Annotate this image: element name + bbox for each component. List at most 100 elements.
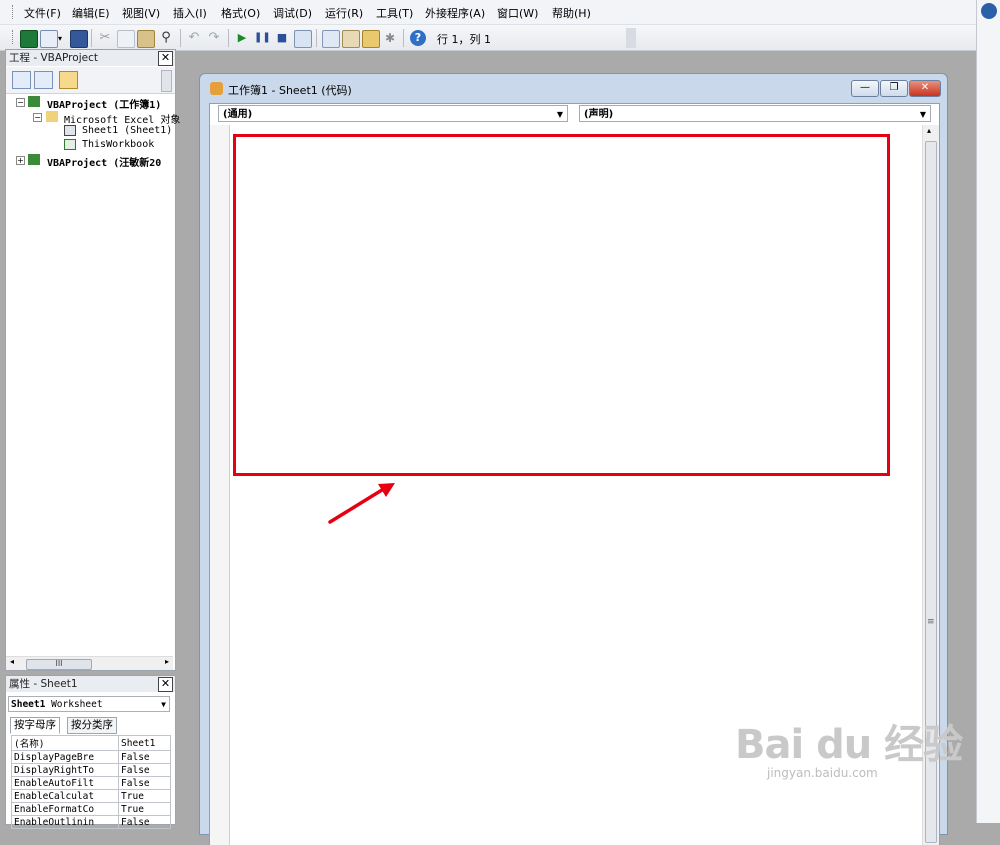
project-explorer-icon[interactable] [322, 30, 340, 48]
property-row[interactable]: EnableOutlinin False [10, 815, 171, 829]
excel-icon[interactable] [20, 30, 38, 48]
code-window-title: 工作簿1 - Sheet1 (代码) [228, 84, 352, 97]
tree-item-vbaproject-other[interactable]: VBAProject (汪敏新20 [47, 154, 161, 169]
caret-position-readout: 行 1，列 1 [437, 33, 491, 46]
menu-format[interactable]: 格式(O) [221, 5, 260, 21]
object-name: Sheet1 [11, 699, 46, 710]
help-icon[interactable]: ? [410, 30, 426, 46]
property-value[interactable]: False [118, 815, 171, 829]
property-row[interactable]: DisplayRightTo False [10, 763, 171, 777]
properties-pane-close-button[interactable]: ✕ [158, 677, 173, 692]
find-icon[interactable]: ⚲ [158, 30, 174, 46]
close-button[interactable]: ✕ [909, 80, 941, 97]
property-value[interactable]: True [118, 802, 171, 816]
toolbar-separator [180, 29, 181, 47]
menu-view[interactable]: 视图(V) [122, 5, 160, 21]
project-toolbar-chevron[interactable] [161, 70, 172, 92]
watermark-main: Bai du 经验 [735, 722, 963, 768]
tree-item-thisworkbook[interactable]: ThisWorkbook [82, 139, 154, 150]
tree-expand-icon[interactable]: + [16, 156, 25, 165]
folder-icon [46, 111, 58, 122]
chevron-down-icon[interactable]: ▼ [161, 697, 166, 713]
property-value[interactable]: False [118, 750, 171, 764]
property-name: EnableAutoFilt [10, 776, 120, 790]
object-combo-value: (通用) [223, 109, 253, 120]
scroll-up-icon[interactable]: ▴ [927, 126, 931, 135]
menu-help[interactable]: 帮助(H) [552, 5, 591, 21]
copy-icon[interactable] [117, 30, 135, 48]
menu-edit[interactable]: 编辑(E) [72, 5, 110, 21]
object-combo[interactable]: (通用) ▼ [218, 105, 568, 122]
properties-window-icon[interactable] [342, 30, 360, 48]
run-icon[interactable]: ▶ [234, 30, 250, 46]
highlight-rectangle [233, 134, 890, 476]
menu-run[interactable]: 运行(R) [325, 5, 363, 21]
reset-icon[interactable]: ■ [274, 30, 290, 46]
undo-icon[interactable]: ↶ [186, 30, 202, 46]
menu-debug[interactable]: 调试(D) [273, 5, 312, 21]
toolbar-separator [91, 29, 92, 47]
tree-collapse-icon[interactable]: − [33, 113, 42, 122]
menu-grip[interactable] [12, 5, 16, 19]
object-browser-icon[interactable] [362, 30, 380, 48]
toolbar-separator [228, 29, 229, 47]
property-name: EnableCalculat [10, 789, 120, 803]
tree-item-vbaproject-workbook1[interactable]: VBAProject (工作簿1) [47, 96, 161, 111]
toolbox-icon[interactable]: ✱ [382, 30, 398, 46]
standard-toolbar: ▾ ✂ ⚲ ↶ ↷ ▶ ❚❚ ■ ✱ ? 行 1，列 1 [0, 25, 976, 51]
worksheet-icon [64, 125, 76, 136]
code-margin-indicator-bar[interactable] [210, 125, 230, 845]
toolbar-separator [316, 29, 317, 47]
property-value[interactable]: True [118, 789, 171, 803]
property-name: DisplayRightTo [10, 763, 120, 777]
chevron-down-icon[interactable]: ▼ [557, 106, 563, 123]
toggle-folders-icon[interactable] [59, 71, 78, 89]
menu-window[interactable]: 窗口(W) [497, 5, 538, 21]
chevron-down-icon[interactable]: ▼ [920, 106, 926, 123]
annotation-arrow-icon [328, 483, 395, 524]
scroll-right-icon[interactable]: ▸ [165, 657, 169, 666]
cut-icon[interactable]: ✂ [97, 30, 113, 46]
background-window-edge [976, 0, 1000, 823]
view-code-icon[interactable] [12, 71, 31, 89]
project-horizontal-scrollbar[interactable]: ◂ III ▸ [6, 656, 173, 670]
property-row[interactable]: EnableCalculat True [10, 789, 171, 803]
paste-icon[interactable] [137, 30, 155, 48]
property-row[interactable]: EnableFormatCo True [10, 802, 171, 816]
property-value[interactable]: False [118, 763, 171, 777]
property-row[interactable]: DisplayPageBre False [10, 750, 171, 764]
object-select[interactable]: Sheet1 Worksheet ▼ [8, 696, 170, 712]
menu-tools[interactable]: 工具(T) [376, 5, 413, 21]
restore-button[interactable]: ❐ [880, 80, 908, 97]
tree-item-excel-objects[interactable]: Microsoft Excel 对象 [64, 111, 180, 126]
design-mode-icon[interactable] [294, 30, 312, 48]
procedure-combo-value: (声明) [584, 109, 614, 120]
save-icon[interactable] [70, 30, 88, 48]
project-pane-toolbar [6, 67, 175, 94]
chevron-down-icon[interactable]: ▾ [58, 34, 62, 43]
tree-item-sheet1[interactable]: Sheet1 (Sheet1) [82, 125, 172, 136]
minimize-button[interactable]: — [851, 80, 879, 97]
project-pane-close-button[interactable]: ✕ [158, 51, 173, 66]
toolbar-grip[interactable] [12, 30, 16, 44]
scroll-grip-icon: ≡ [927, 617, 935, 627]
tab-categorized[interactable]: 按分类序 [67, 717, 117, 734]
redo-icon[interactable]: ↷ [206, 30, 222, 46]
tree-collapse-icon[interactable]: − [16, 98, 25, 107]
menu-insert[interactable]: 插入(I) [173, 5, 207, 21]
property-row[interactable]: (名称) Sheet1 [10, 735, 171, 751]
property-value[interactable]: False [118, 776, 171, 790]
property-row[interactable]: EnableAutoFilt False [10, 776, 171, 790]
view-object-icon[interactable] [34, 71, 53, 89]
scroll-left-icon[interactable]: ◂ [10, 657, 14, 666]
property-value[interactable]: Sheet1 [118, 735, 171, 751]
insert-userform-icon[interactable] [40, 30, 58, 48]
pause-icon[interactable]: ❚❚ [254, 30, 271, 46]
baidu-watermark: Bai du 经验 jingyan.baidu.com [735, 712, 963, 780]
menu-addins[interactable]: 外接程序(A) [425, 5, 485, 21]
scroll-thumb[interactable]: III [26, 659, 92, 670]
tab-alphabetic[interactable]: 按字母序 [10, 717, 60, 734]
toolbar-options-chevron[interactable] [626, 28, 636, 48]
menu-file[interactable]: 文件(F) [24, 5, 61, 21]
procedure-combo[interactable]: (声明) ▼ [579, 105, 931, 122]
